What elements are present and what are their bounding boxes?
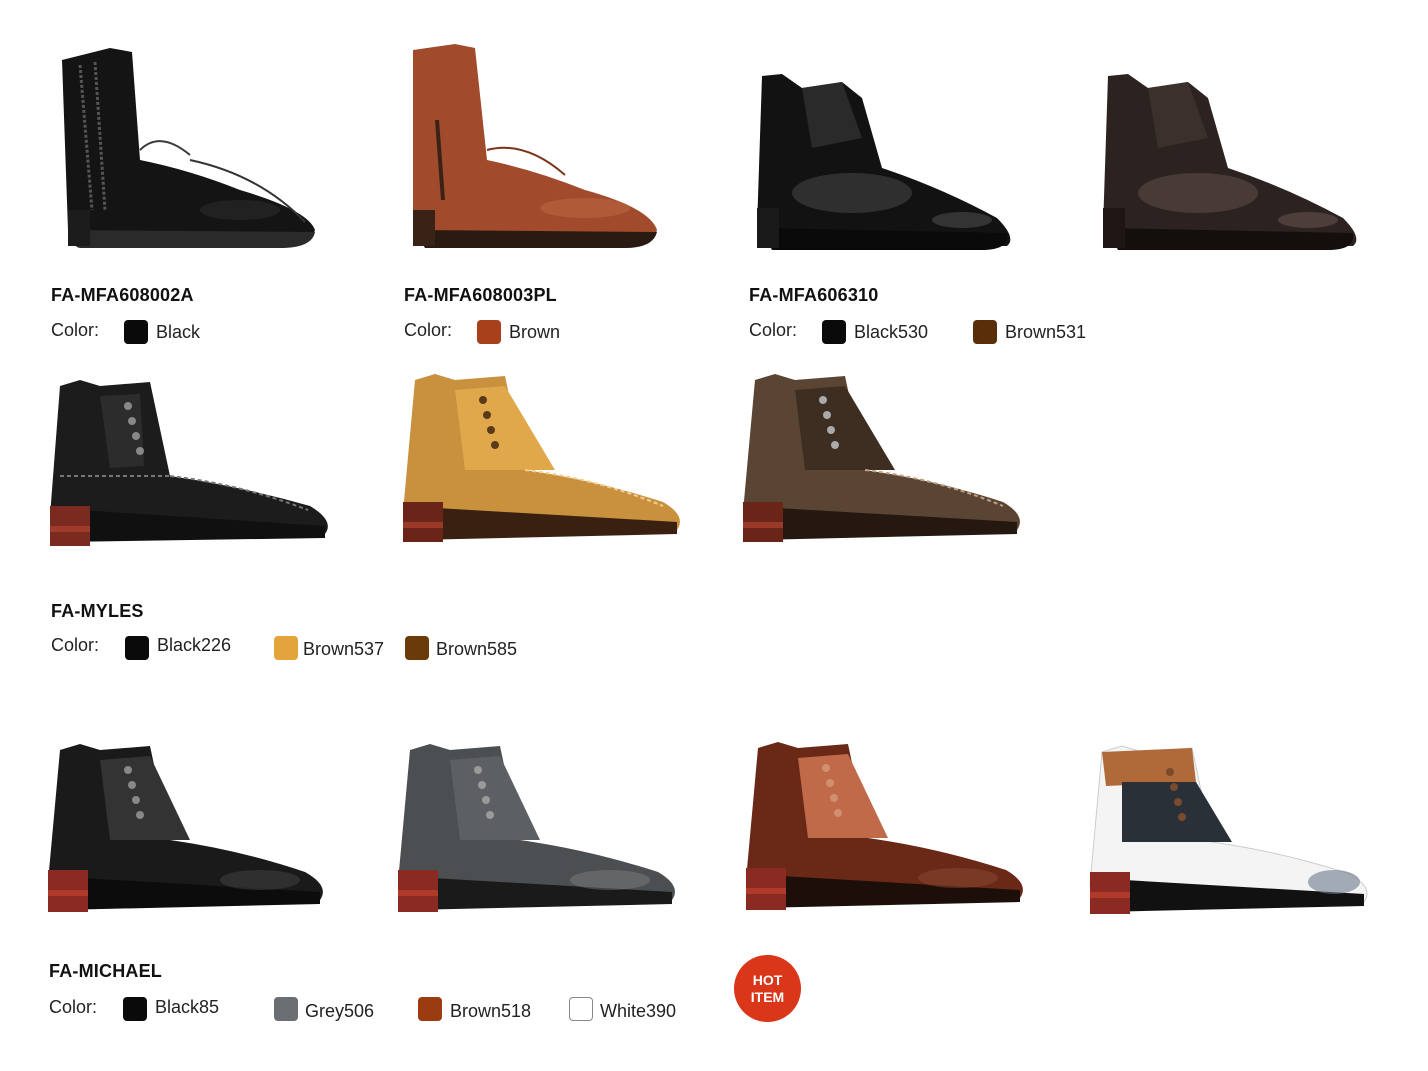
color-name: Black530 [854,322,929,342]
hot-item-badge: HOT ITEM [734,955,801,1022]
color-swatch-brown537[interactable] [274,636,298,660]
color-name: Black85 [155,997,220,1017]
boot-image-tan-brogue[interactable] [395,370,685,555]
boot-image-darkbrown-brogue[interactable] [735,370,1027,555]
hot-badge-line1: HOT [752,971,783,988]
color-name: Black226 [157,635,232,655]
color-swatch-brown518[interactable] [418,997,442,1021]
color-swatch-brown531[interactable] [973,320,997,344]
color-name: White390 [600,1001,677,1021]
model-name: FA-MICHAEL [49,961,162,981]
color-swatch-brown585[interactable] [405,636,429,660]
boot-image-brown-zip[interactable] [395,40,665,255]
model-name: FA-MYLES [51,601,144,621]
boot-image-black-brogue[interactable] [40,376,335,556]
color-swatch-black85[interactable] [123,997,147,1021]
boot-image-black-michael[interactable] [40,740,330,925]
color-name: Grey506 [305,1001,375,1021]
color-label: Color: [49,997,98,1017]
model-name: FA-MFA608002A [51,285,194,305]
color-name: Brown [509,322,561,342]
color-swatch-black[interactable] [124,320,148,344]
color-swatch-brown[interactable] [477,320,501,344]
model-name: FA-MFA606310 [749,285,879,305]
color-label: Color: [749,320,798,340]
color-label: Color: [404,320,453,340]
color-label: Color: [51,320,100,340]
color-swatch-white390[interactable] [569,997,593,1021]
color-name: Brown518 [450,1001,532,1021]
boot-image-black-patent[interactable] [742,68,1022,253]
color-label: Color: [51,635,100,655]
boot-image-brown-patent[interactable] [1088,68,1368,253]
boot-image-brown-michael[interactable] [738,738,1033,923]
hot-badge-line2: ITEM [750,988,785,1005]
color-swatch-black530[interactable] [822,320,846,344]
model-name: FA-MFA608003PL [404,285,557,305]
color-swatch-black226[interactable] [125,636,149,660]
color-name: Brown585 [436,639,518,659]
color-swatch-grey506[interactable] [274,997,298,1021]
boot-image-grey-michael[interactable] [390,740,685,925]
color-name: Brown537 [303,639,385,659]
boot-image-white-michael[interactable] [1082,742,1374,927]
color-name: Black [156,322,201,342]
color-name: Brown531 [1005,322,1087,342]
boot-image-black-zip[interactable] [40,40,330,255]
